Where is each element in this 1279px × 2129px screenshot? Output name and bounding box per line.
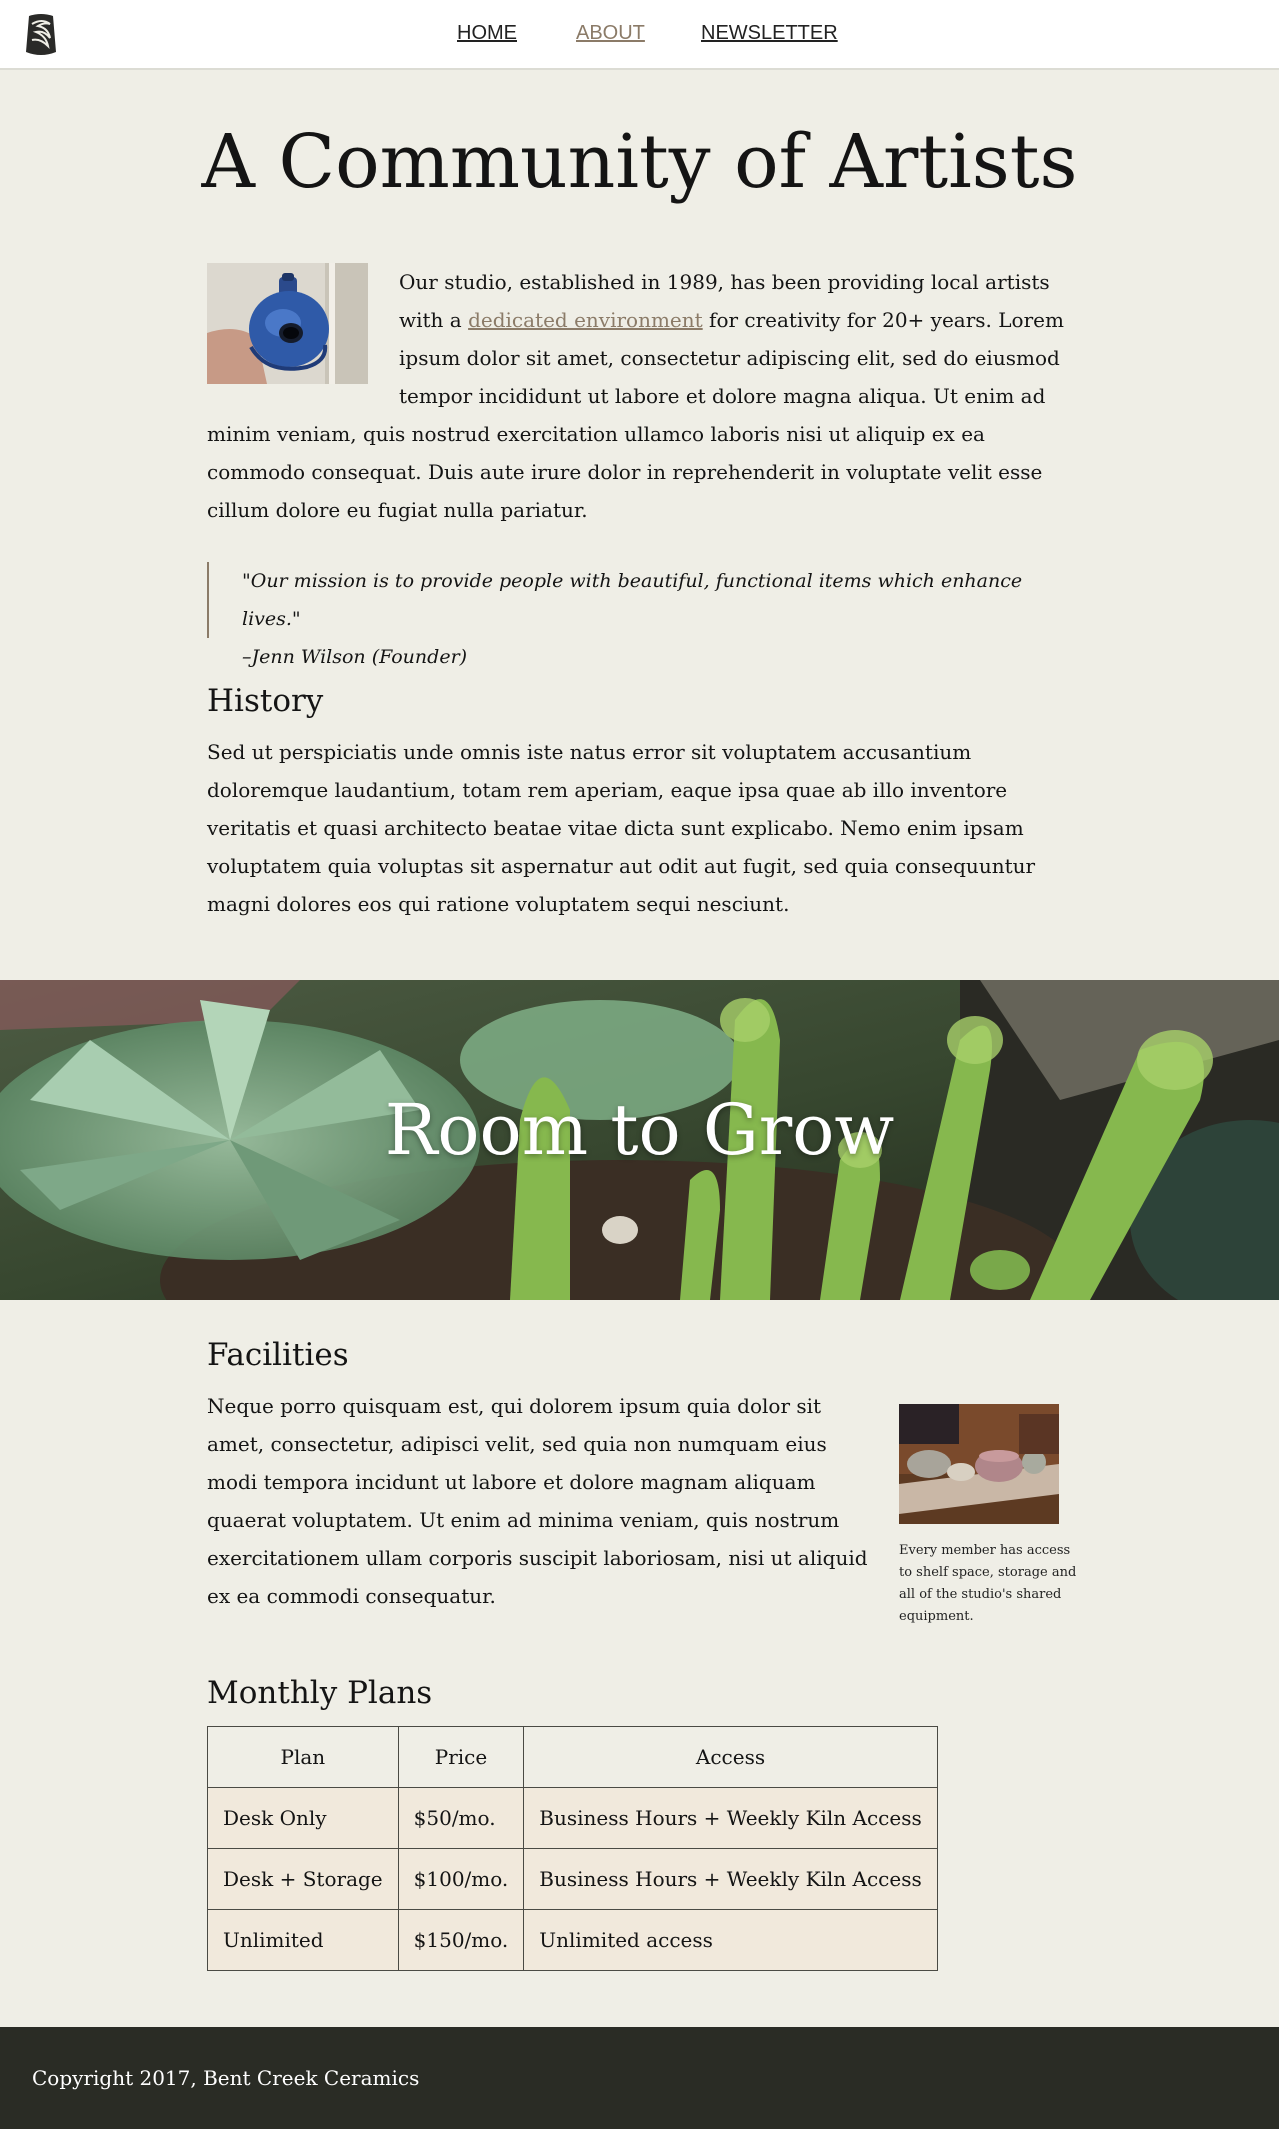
plan-cell: Desk + Storage — [207, 1848, 399, 1910]
intro-paragraph: Our studio, established in 1989, has bee… — [207, 263, 1067, 529]
nav-newsletter-link[interactable]: NEWSLETTER — [701, 22, 838, 45]
monthly-plans-heading: Monthly Plans — [207, 1675, 433, 1711]
column-header: Plan — [207, 1726, 399, 1788]
pottery-shelf-image — [899, 1404, 1059, 1524]
column-header: Access — [523, 1726, 938, 1788]
plan-cell: Unlimited — [207, 1909, 399, 1971]
access-cell: Business Hours + Weekly Kiln Access — [523, 1787, 938, 1849]
price-cell: $150/mo. — [397, 1909, 525, 1971]
succulent-hero-banner: Room to Grow — [0, 980, 1279, 1300]
facilities-heading: Facilities — [207, 1337, 349, 1373]
plan-cell: Desk Only — [207, 1787, 399, 1849]
nav-links: HOME ABOUT NEWSLETTER — [0, 22, 1279, 52]
access-cell: Business Hours + Weekly Kiln Access — [523, 1848, 938, 1910]
history-paragraph: Sed ut perspiciatis unde omnis iste natu… — [207, 740, 1036, 916]
page-footer: Copyright 2017, Bent Creek Ceramics — [0, 2027, 1279, 2129]
table-row: Unlimited $150/mo. Unlimited access — [207, 1909, 938, 1971]
price-cell: $100/mo. — [397, 1848, 525, 1910]
nav-home-link[interactable]: HOME — [457, 22, 517, 45]
dedicated-environment-link[interactable]: dedicated environment — [468, 308, 703, 332]
monthly-plans-table: Plan Price Access Desk Only $50/mo. Busi… — [207, 1726, 938, 1971]
facilities-caption: Every member has access to shelf space, … — [899, 1543, 1077, 1624]
quote-text: "Our mission is to provide people with b… — [242, 570, 1023, 630]
copyright-text: Copyright 2017, Bent Creek Ceramics — [32, 2066, 420, 2090]
nav-about-link[interactable]: ABOUT — [576, 22, 645, 45]
image-float-spacer — [207, 263, 399, 395]
top-navigation: HOME ABOUT NEWSLETTER — [0, 0, 1279, 70]
founder-blockquote: "Our mission is to provide people with b… — [207, 562, 1069, 668]
hero-title: Room to Grow — [384, 1089, 895, 1171]
column-header: Price — [397, 1726, 525, 1788]
table-row: Desk Only $50/mo. Business Hours + Weekl… — [207, 1787, 938, 1849]
price-cell: $50/mo. — [397, 1787, 525, 1849]
table-header-row: Plan Price Access — [207, 1726, 938, 1788]
facilities-paragraph: Neque porro quisquam est, qui dolorem ip… — [207, 1394, 868, 1608]
quote-attribution: –Jenn Wilson (Founder) — [242, 646, 468, 668]
history-heading: History — [207, 683, 324, 719]
access-cell: Unlimited access — [523, 1909, 938, 1971]
page-title: A Community of Artists — [201, 119, 1078, 205]
table-row: Desk + Storage $100/mo. Business Hours +… — [207, 1848, 938, 1910]
